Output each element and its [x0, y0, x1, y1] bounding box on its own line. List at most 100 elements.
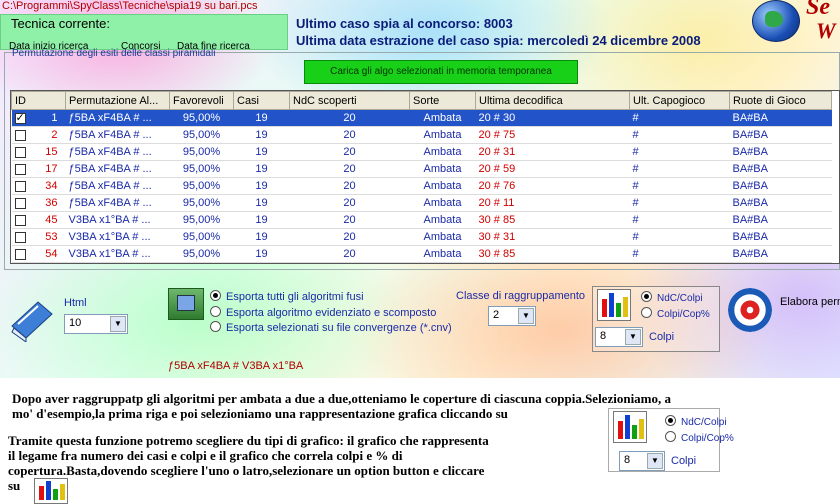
cell-casi: 19	[233, 228, 290, 246]
cell-ndc: 20	[289, 160, 410, 178]
row-checkbox[interactable]	[14, 111, 26, 124]
row-checkbox[interactable]	[14, 214, 26, 226]
file-path: C:\Programmi\SpyClass\Tecniche\spia19 su…	[2, 0, 258, 12]
column-header[interactable]: Ruote di Gioco	[729, 91, 832, 110]
cell-perm: ƒ5BA xF4BA # ...	[65, 160, 170, 178]
chevron-down-icon[interactable]: ▼	[110, 316, 126, 332]
column-header[interactable]: Ultima decodifica	[475, 91, 630, 110]
cell-ruote: BA#BA	[729, 245, 832, 263]
bar-chart-icon[interactable]	[597, 289, 631, 321]
cell-fav: 95,00%	[169, 245, 234, 263]
cell-sorte: Ambata	[409, 177, 476, 195]
elabora-label[interactable]: Elabora perm	[780, 296, 840, 308]
table-row[interactable]: 53 V3BA x1°BA # ... 95,00% 19 20 Ambata 30 # 3…	[11, 228, 832, 246]
cell-ult: 20 # 59	[475, 160, 630, 178]
chevron-down-icon[interactable]: ▼	[625, 329, 641, 345]
row-id: 54	[45, 248, 58, 260]
ndc-colpi-option[interactable]: NdC/Colpi	[641, 291, 703, 304]
cell-sorte: Ambata	[409, 160, 476, 178]
cell-casi: 19	[233, 177, 290, 195]
column-header[interactable]: Sorte	[409, 91, 476, 110]
table-row[interactable]: 1 ƒ5BA xF4BA # ...95,00%1920Ambata20 # 30…	[11, 109, 832, 127]
cell-sorte: Ambata	[409, 228, 476, 246]
column-header[interactable]: Permutazione Al...	[65, 91, 170, 110]
row-checkbox[interactable]	[14, 163, 26, 175]
cell-capo: #	[629, 228, 730, 246]
export-option-2-radio[interactable]	[210, 306, 221, 317]
row-checkbox[interactable]	[14, 197, 26, 209]
cell-casi: 19	[233, 194, 290, 212]
colpi-cop-radio-copy	[665, 431, 676, 442]
export-option-2[interactable]: Esporta algoritmo evidenziato e scompost…	[210, 306, 436, 319]
cell-ult: 30 # 85	[475, 245, 630, 263]
html-book-icon[interactable]	[8, 296, 56, 342]
cell-ult: 30 # 31	[475, 228, 630, 246]
cell-fav: 95,00%	[169, 109, 234, 127]
column-header[interactable]: NdC scoperti	[289, 91, 410, 110]
cell-fav: 95,00%	[169, 228, 234, 246]
carica-algo-button[interactable]: Carica gli algo selezionati in memoria t…	[304, 60, 578, 84]
cell-capo: #	[629, 211, 730, 229]
cell-perm: ƒ5BA xF4BA # ...	[65, 177, 170, 195]
column-header[interactable]: Favorevoli	[169, 91, 234, 110]
cell-ndc: 20	[289, 245, 410, 263]
colpi-label-copy: Colpi	[671, 455, 697, 467]
row-checkbox[interactable]	[14, 231, 26, 243]
colpi-cop-option[interactable]: Colpi/Cop%	[641, 307, 710, 320]
ndc-colpi-radio-copy	[665, 415, 676, 426]
export-icon[interactable]	[168, 288, 204, 320]
row-id-cell: 45	[11, 211, 66, 229]
cell-casi: 19	[233, 109, 290, 127]
cell-ult: 20 # 30	[475, 109, 630, 127]
table-row[interactable]: 45 V3BA x1°BA # ... 95,00% 19 20 Ambata 30 # 8…	[11, 211, 832, 229]
chevron-down-icon[interactable]: ▼	[518, 308, 534, 324]
cell-casi: 19	[233, 143, 290, 161]
cell-ruote: BA#BA	[729, 211, 832, 229]
row-checkbox[interactable]	[14, 146, 26, 158]
classe-label: Classe di raggruppamento	[456, 290, 586, 302]
cell-ruote: BA#BA	[729, 109, 832, 127]
cell-ult: 20 # 31	[475, 143, 630, 161]
column-header[interactable]: ID	[11, 91, 66, 110]
cell-fav: 95,00%	[169, 160, 234, 178]
table-row[interactable]: 36 ƒ5BA xF4BA # ... 95,00% 19 20 Ambata 20 # 1…	[11, 194, 832, 212]
cell-sorte: Ambata	[409, 143, 476, 161]
html-combo[interactable]: 10 ▼	[64, 314, 128, 334]
column-header[interactable]: Casi	[233, 91, 290, 110]
table-row[interactable]: 34 ƒ5BA xF4BA # ... 95,00% 19 20 Ambata 20 # 7…	[11, 177, 832, 195]
colpi-cop-radio[interactable]	[641, 307, 652, 318]
algorithms-grid[interactable]: ID Permutazione Al... Favorevoli Casi NdC sc…	[10, 90, 840, 264]
column-header[interactable]: Ult. Capogioco	[629, 91, 730, 110]
cell-capo: #	[629, 109, 730, 127]
row-checkbox[interactable]	[14, 129, 26, 141]
cell-ult: 20 # 76	[475, 177, 630, 195]
row-id: 36	[45, 197, 58, 209]
row-checkbox[interactable]	[14, 180, 26, 192]
row-id-cell: 34	[11, 177, 66, 195]
html-label: Html	[64, 297, 87, 309]
row-checkbox[interactable]	[14, 248, 26, 260]
export-option-1-radio[interactable]	[210, 290, 221, 301]
export-option-1[interactable]: Esporta tutti gli algoritmi fusi	[210, 290, 364, 303]
logo-text-2: W	[816, 18, 836, 43]
ndc-colpi-radio[interactable]	[641, 291, 652, 302]
cell-ndc: 20	[289, 228, 410, 246]
export-option-3-radio[interactable]	[210, 321, 221, 332]
cell-ndc: 20	[289, 211, 410, 229]
cell-sorte: Ambata	[409, 211, 476, 229]
graph-colpi-combo[interactable]: 8 ▼	[595, 327, 643, 347]
cell-ruote: BA#BA	[729, 177, 832, 195]
table-row[interactable]: 15 ƒ5BA xF4BA # ... 95,00% 19 20 Ambata 20 # 3…	[11, 143, 832, 161]
table-row[interactable]: 2 ƒ5BA xF4BA # ... 95,00% 19 20 Ambata 20 # 75…	[11, 126, 832, 144]
cell-sorte: Ambata	[409, 126, 476, 144]
paragraph-2-line-3: copertura.Basta,dovendo scegliere l'uno …	[8, 463, 485, 478]
table-row[interactable]: 54 V3BA x1°BA # ... 95,00% 19 20 Ambata 30 # 8…	[11, 245, 832, 263]
target-icon[interactable]	[728, 288, 772, 332]
table-row[interactable]: 17 ƒ5BA xF4BA # ... 95,00% 19 20 Ambata 20 # 5…	[11, 160, 832, 178]
ultima-data-estrazione: Ultima data estrazione del caso spia: me…	[296, 33, 701, 48]
classe-combo[interactable]: 2 ▼	[488, 306, 536, 326]
row-id: 45	[45, 214, 58, 226]
export-option-3[interactable]: Esporta selezionati su file convergenze …	[210, 321, 452, 334]
paragraph-2-line-1: Tramite questa funzione potremo sceglier…	[8, 433, 489, 448]
cell-capo: #	[629, 160, 730, 178]
